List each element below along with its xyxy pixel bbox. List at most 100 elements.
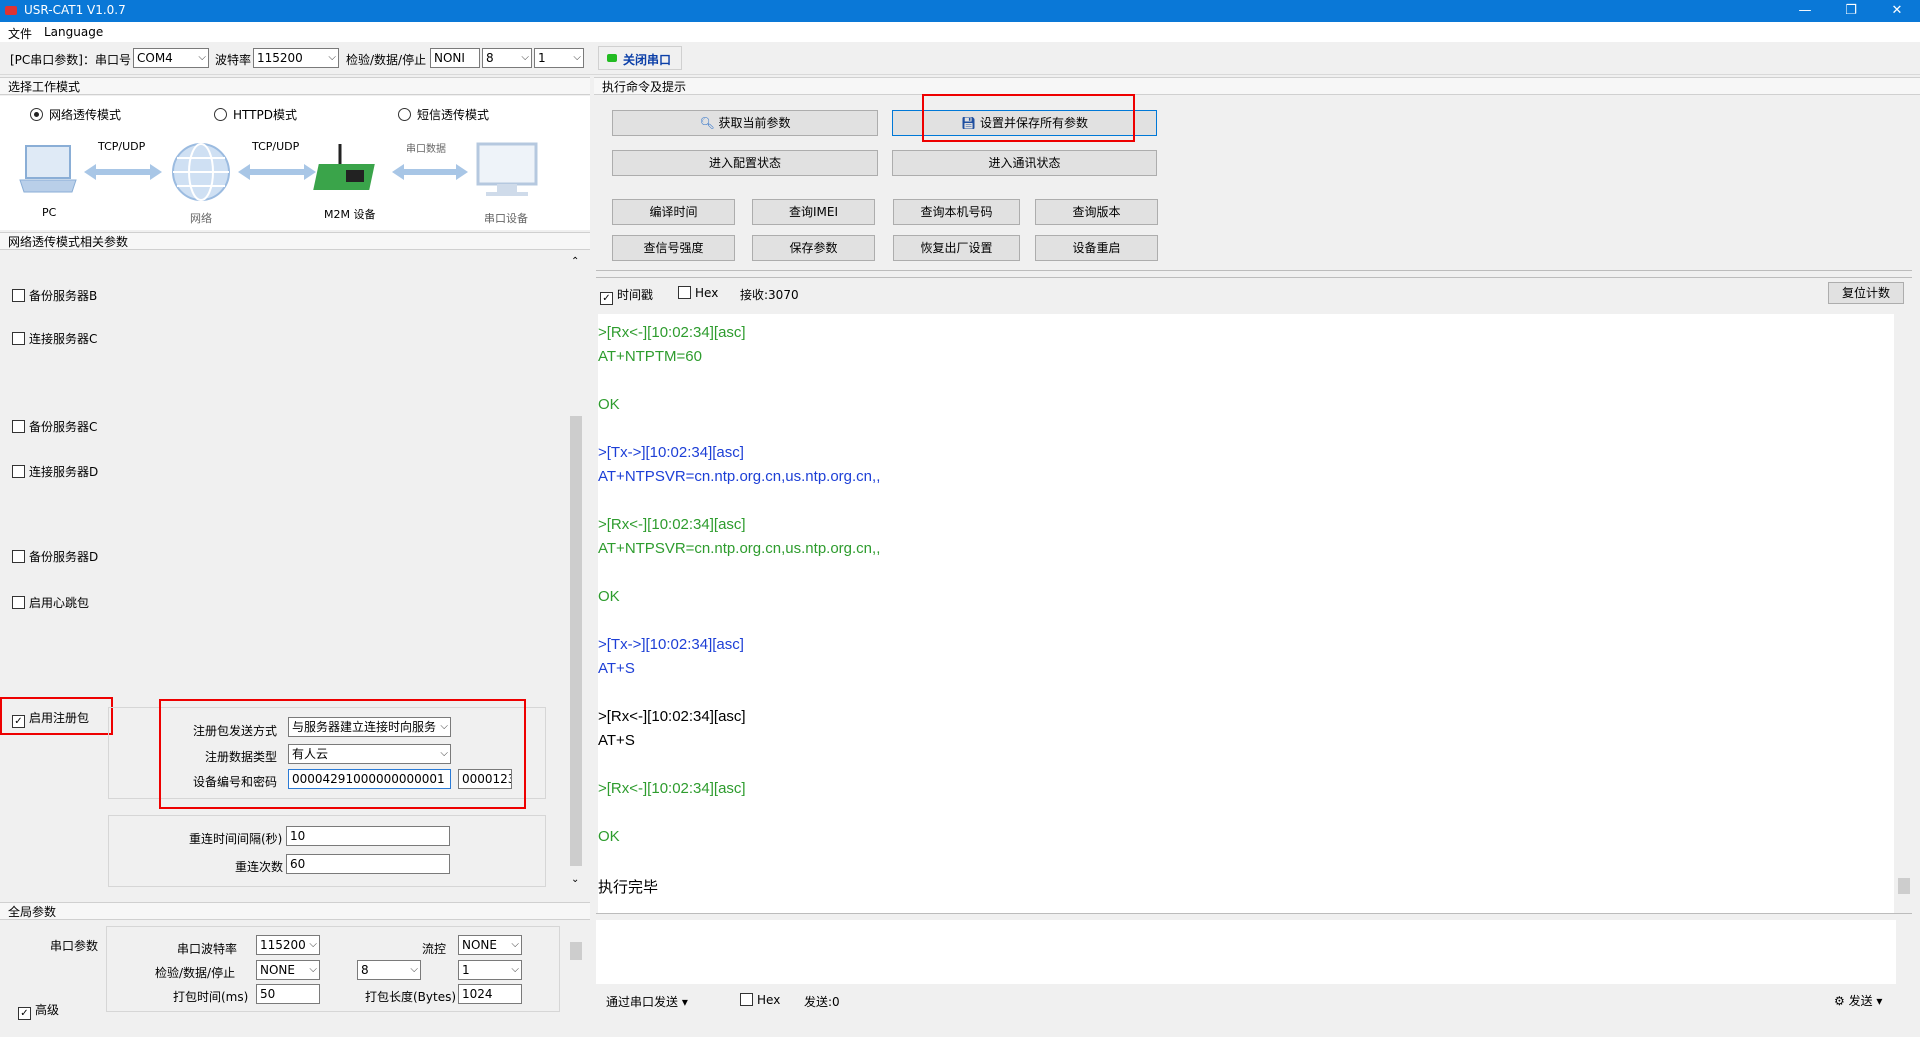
reconnect-interval-label: 重连时间间隔(秒) — [189, 832, 283, 846]
window-title: USR-CAT1 V1.0.7 — [24, 3, 126, 17]
query-phone-button[interactable]: 查询本机号码 — [893, 199, 1020, 225]
checkbox-advanced[interactable]: ✓ 高级 — [18, 1001, 59, 1020]
baud-select[interactable]: 115200 ⌵ — [253, 48, 339, 68]
status-led-icon — [607, 54, 617, 62]
port-label: [PC串口参数]：串口号 — [10, 53, 131, 67]
log-scrollbar[interactable] — [1896, 308, 1912, 912]
mode-radio-network[interactable]: 网络透传模式 — [30, 106, 121, 123]
checkbox-backup-server-b[interactable]: 备份服务器B — [12, 287, 97, 304]
g-packtime-label: 打包时间(ms) — [173, 990, 249, 1004]
radio-icon — [214, 108, 227, 121]
checkbox-connect-server-d[interactable]: 连接服务器D — [12, 463, 98, 480]
global-scroll-thumb[interactable] — [570, 942, 582, 960]
chevron-down-icon: ⌵ — [309, 964, 317, 975]
save-params-button[interactable]: 保存参数 — [752, 235, 875, 261]
log-line: AT+NTPSVR=cn.ntp.org.cn,us.ntp.org.cn,, — [598, 468, 881, 485]
log-line: >[Rx<-][10:02:34][asc] — [598, 780, 746, 797]
params-scrollbar[interactable]: ⌃ ⌄ — [568, 256, 584, 888]
reconnect-interval-input[interactable]: 10 — [286, 826, 450, 846]
mode-section-header: 选择工作模式 — [0, 77, 590, 95]
serial-params-label: 串口参数 — [50, 939, 99, 953]
g-packtime-input[interactable]: 50 — [256, 984, 320, 1004]
send-scrollbar[interactable] — [1896, 920, 1912, 984]
checkbox-icon — [12, 465, 25, 478]
port-select[interactable]: COM4 ⌵ — [133, 48, 209, 68]
query-imei-button[interactable]: 查询IMEI — [752, 199, 875, 225]
checkbox-backup-server-d[interactable]: 备份服务器D — [12, 548, 98, 565]
radio-icon — [398, 108, 411, 121]
enter-comm-button[interactable]: 进入通讯状态 — [892, 150, 1157, 176]
checkbox-icon — [740, 993, 753, 1006]
checkbox-backup-server-c[interactable]: 备份服务器C — [12, 418, 97, 435]
reset-count-button[interactable]: 复位计数 — [1828, 282, 1904, 304]
g-packlen-input[interactable]: 1024 — [458, 984, 522, 1004]
checkbox-connect-server-c[interactable]: 连接服务器C — [12, 330, 97, 347]
factory-reset-button[interactable]: 恢复出厂设置 — [893, 235, 1020, 261]
checkbox-checked-icon: ✓ — [600, 292, 613, 305]
g-databits-select[interactable]: 8 ⌵ — [357, 960, 421, 980]
pc-icon — [19, 145, 77, 193]
send-button[interactable]: ⚙︎ 发送 ▾ — [1834, 992, 1882, 1009]
databits-select[interactable]: 8 ⌵ — [482, 48, 532, 68]
scroll-down-icon[interactable]: ⌄ — [571, 874, 579, 885]
global-scrollbar[interactable] — [568, 926, 584, 1016]
signal-strength-button[interactable]: 查信号强度 — [612, 235, 735, 261]
checkbox-hex-send[interactable]: Hex — [740, 993, 780, 1007]
scroll-up-icon[interactable]: ⌃ — [571, 256, 579, 267]
m2m-device-icon — [313, 144, 375, 190]
checkbox-hex-recv[interactable]: Hex — [678, 286, 718, 300]
g-parity-select[interactable]: NONE ⌵ — [256, 960, 320, 980]
menu-language[interactable]: Language — [44, 25, 103, 39]
global-section-header: 全局参数 — [0, 902, 590, 920]
checkbox-icon — [12, 550, 25, 563]
device-restart-button[interactable]: 设备重启 — [1035, 235, 1158, 261]
reconnect-count-input[interactable]: 60 — [286, 854, 450, 874]
query-version-button[interactable]: 查询版本 — [1035, 199, 1158, 225]
log-line: >[Tx->][10:02:34][asc] — [598, 636, 744, 653]
log-scroll-thumb[interactable] — [1898, 878, 1910, 894]
monitor-icon — [476, 142, 538, 196]
diagram-network-label: 网络 — [190, 212, 212, 225]
diagram-serial-data-label: 串口数据 — [406, 144, 446, 155]
mode-radio-sms[interactable]: 短信透传模式 — [398, 106, 489, 123]
parity-select[interactable]: NONI — [430, 48, 480, 68]
close-button[interactable]: ✕ — [1874, 0, 1920, 22]
compile-time-button[interactable]: 编译时间 — [612, 199, 735, 225]
diagram-m2m-label: M2M 设备 — [324, 208, 376, 221]
send-via-dropdown[interactable]: 通过串口发送 ▾ — [606, 993, 688, 1010]
title-bar: USR-CAT1 V1.0.7 — ❐ ✕ — [0, 0, 1920, 22]
chevron-down-icon: ⌵ — [511, 964, 519, 975]
g-flow-select[interactable]: NONE ⌵ — [458, 935, 522, 955]
send-count: 发送:0 — [804, 995, 840, 1009]
close-port-button[interactable]: 关闭串口 — [598, 46, 682, 70]
receive-log[interactable]: >[Rx<-][10:02:34][asc] AT+NTPTM=60 OK >[Tx-… — [598, 314, 1894, 914]
enter-config-button[interactable]: 进入配置状态 — [612, 150, 878, 176]
stopbits-select[interactable]: 1 ⌵ — [534, 48, 584, 68]
log-line: >[Rx<-][10:02:34][asc] — [598, 708, 746, 725]
checkbox-timestamp[interactable]: ✓ 时间戳 — [600, 286, 653, 305]
app-icon — [5, 6, 17, 15]
mode-radio-httpd[interactable]: HTTPD模式 — [214, 106, 297, 123]
g-check-label: 检验/数据/停止 — [155, 966, 236, 980]
reconnect-count-label: 重连次数 — [235, 860, 284, 874]
link-arrows — [84, 164, 468, 180]
checkbox-checked-icon: ✓ — [18, 1007, 31, 1020]
checkbox-icon — [12, 332, 25, 345]
params-scroll-thumb[interactable] — [570, 416, 582, 866]
g-stopbits-select[interactable]: 1 ⌵ — [458, 960, 522, 980]
baud-label: 波特率 — [215, 53, 252, 67]
menu-file[interactable]: 文件 — [8, 25, 32, 42]
send-input-area[interactable] — [596, 920, 1896, 984]
splitter-top[interactable] — [596, 270, 1912, 278]
cmd-section-header: 执行命令及提示 — [594, 77, 1920, 95]
log-line: AT+S — [598, 660, 635, 677]
restore-button[interactable]: ❐ — [1828, 0, 1874, 22]
chevron-down-icon: ⌵ — [573, 52, 581, 63]
log-line: AT+NTPSVR=cn.ntp.org.cn,us.ntp.org.cn,, — [598, 540, 881, 557]
checkbox-heartbeat[interactable]: 启用心跳包 — [12, 594, 89, 611]
g-baud-select[interactable]: 115200 ⌵ — [256, 935, 320, 955]
minimize-button[interactable]: — — [1782, 0, 1828, 22]
get-params-button[interactable]: 🔍︎ 获取当前参数 — [612, 110, 878, 136]
globe-icon — [172, 143, 230, 201]
g-baud-label: 串口波特率 — [177, 942, 238, 956]
